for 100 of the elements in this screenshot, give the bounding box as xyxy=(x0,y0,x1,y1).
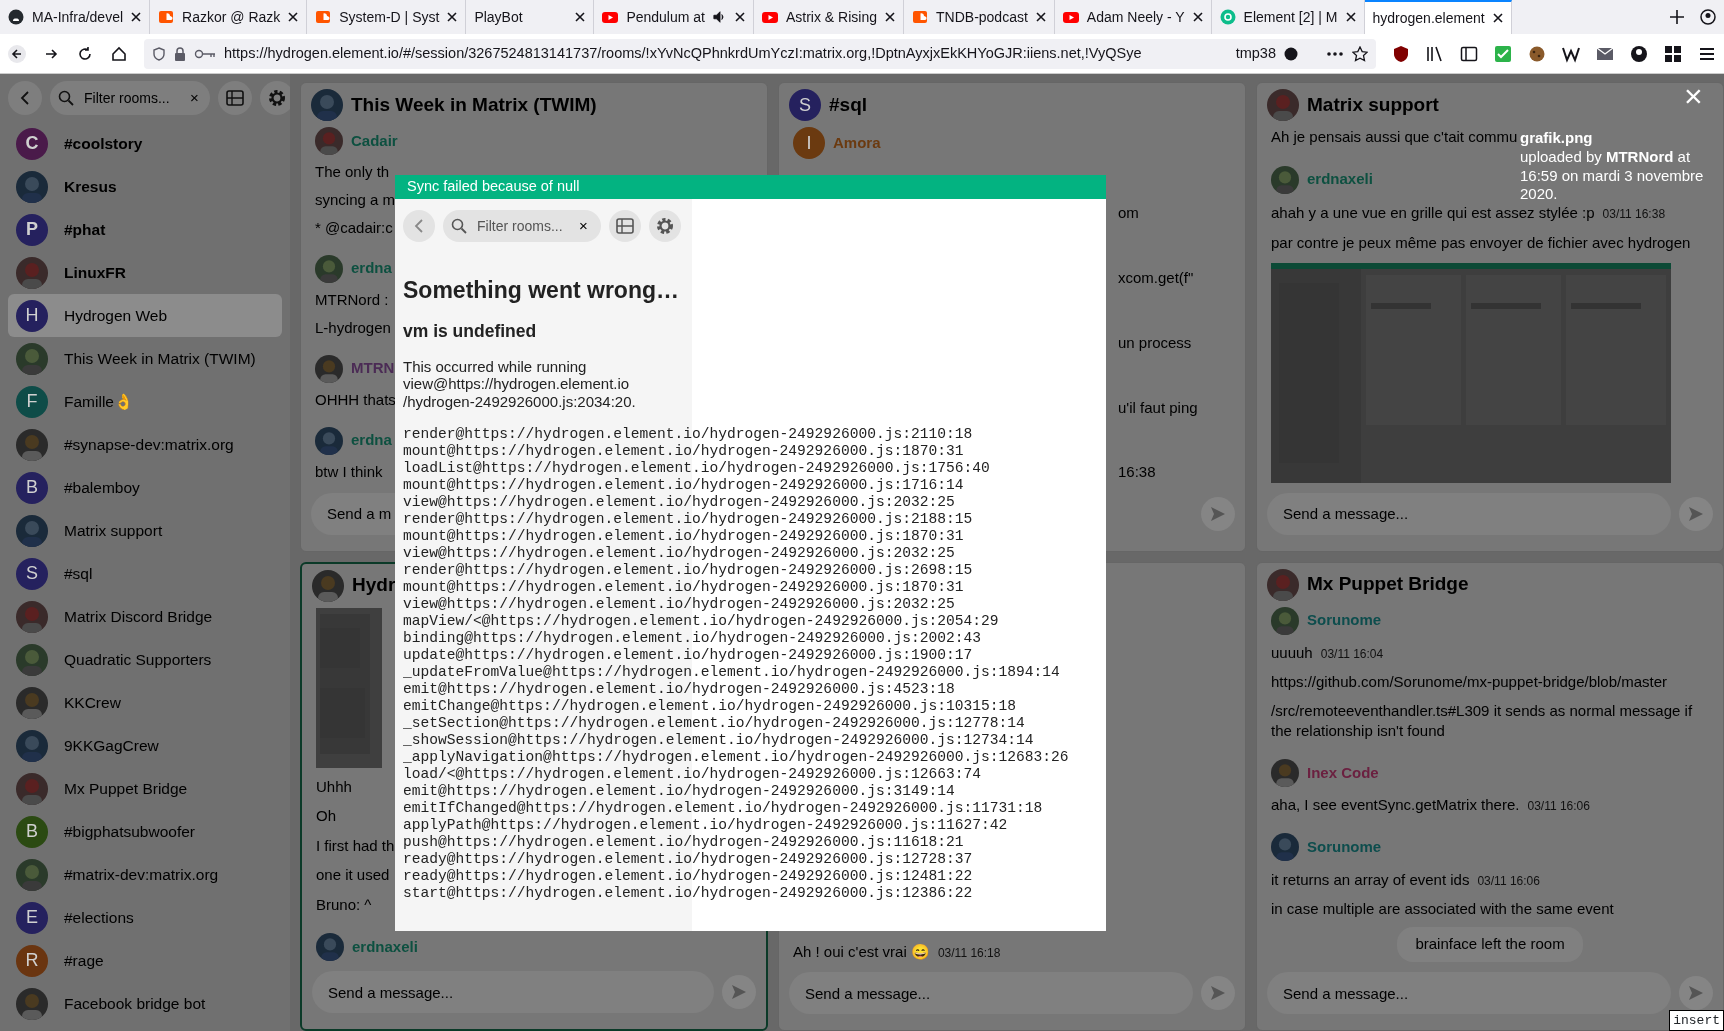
stack-line: mount@https://hydrogen.element.io/hydrogen-2492926000.js:1870:31 xyxy=(403,579,965,597)
room-avatar: F xyxy=(16,385,48,418)
stack-line: _setSection@https://hydrogen.element.io/hydrogen-2492926000.js:12778:14 xyxy=(403,715,1026,733)
sender-name: Amora xyxy=(833,132,881,153)
room-avatar: B xyxy=(16,815,48,848)
message-text: The only th xyxy=(315,163,390,181)
room-avatar: S xyxy=(789,89,821,121)
message-text: Ah je pensais aussi que c'tait commu xyxy=(1271,128,1518,145)
message-text: Ah ! oui c'est vrai 😄 xyxy=(793,942,930,960)
mode-indicator: insert xyxy=(1669,1009,1724,1031)
message-text: I first had th xyxy=(316,836,395,854)
room-title: Matrix support xyxy=(1307,92,1439,117)
stack-line: load/<@https://hydrogen.element.io/hydrogen-2492926000.js:12663:74 xyxy=(403,766,982,784)
stack-line: _applyNavigation@https://hydrogen.element.io/hydrogen-2492926000.js:12683:26 xyxy=(403,749,1070,767)
error-detail: This occurred while running view@https://hydrogen.element.io /hydrogen-2492926000.js:2034:20. xyxy=(403,357,637,411)
stack-line: start@https://hydrogen.element.io/hydrogen-2492926000.js:12386:22 xyxy=(403,885,974,903)
stack-line: emit@https://hydrogen.element.io/hydrogen-2492926000.js:4523:18 xyxy=(403,681,956,699)
message-text: un process xyxy=(1118,333,1192,351)
room-title: Hydr xyxy=(352,573,396,598)
stack-line: ready@https://hydrogen.element.io/hydrogen-2492926000.js:12481:22 xyxy=(403,868,974,886)
sender-name: Inex Code xyxy=(1307,762,1379,783)
image-caption: grafik.png uploaded by MTRNord at 16:59 on mardi 3 novembre 2020. xyxy=(1520,129,1705,204)
room-avatar: P xyxy=(16,213,48,246)
room-avatar: B xyxy=(16,471,48,504)
message-text: par contre je peux même pas envoyer de fichier avec hydrogen xyxy=(1271,233,1691,251)
stack-line: mount@https://hydrogen.element.io/hydrogen-2492926000.js:1870:31 xyxy=(403,443,965,461)
message-text: aha, I see eventSync.getMatrix there. xyxy=(1271,796,1520,814)
stack-line: ready@https://hydrogen.element.io/hydrogen-2492926000.js:12728:37 xyxy=(403,851,974,869)
message-text: 16:38 xyxy=(1118,463,1156,481)
stack-line: mapView/<@https://hydrogen.element.io/hydrogen-2492926000.js:2054:29 xyxy=(403,613,1000,631)
tab-title: Adam Neely - Y xyxy=(1086,7,1185,27)
message-text: Bruno: ^ xyxy=(316,895,372,913)
stack-line: render@https://hydrogen.element.io/hydrogen-2492926000.js:2188:15 xyxy=(403,511,974,529)
stack-line: view@https://hydrogen.element.io/hydrogen-2492926000.js:2032:25 xyxy=(403,494,956,512)
stack-line: emitChange@https://hydrogen.element.io/hydrogen-2492926000.js:10315:18 xyxy=(403,698,1018,716)
stack-line: push@https://hydrogen.element.io/hydrogen-2492926000.js:11618:21 xyxy=(403,834,965,852)
user-avatar: I xyxy=(793,127,825,159)
message-text: uuuuh xyxy=(1271,644,1313,662)
sender-name: erdnaxeli xyxy=(1307,169,1373,190)
stack-line: emit@https://hydrogen.element.io/hydrogen-2492926000.js:3149:14 xyxy=(403,783,956,801)
stack-line: mount@https://hydrogen.element.io/hydrogen-2492926000.js:1870:31 xyxy=(403,528,965,546)
room-avatar: S xyxy=(16,557,48,590)
stack-line: binding@https://hydrogen.element.io/hydrogen-2492926000.js:2002:43 xyxy=(403,630,982,648)
stack-line: loadList@https://hydrogen.element.io/hydrogen-2492926000.js:1756:40 xyxy=(403,460,991,478)
sender-name: Cadair xyxy=(351,130,398,151)
tab-title: Razkor @ Razk xyxy=(182,7,281,27)
stack-line: _showSession@https://hydrogen.element.io/hydrogen-2492926000.js:12734:14 xyxy=(403,732,1035,750)
stack-line: view@https://hydrogen.element.io/hydrogen-2492926000.js:2032:25 xyxy=(403,545,956,563)
message-text: Oh xyxy=(316,807,336,825)
room-title: This Week in Matrix (TWIM) xyxy=(351,92,597,117)
stack-line: applyPath@https://hydrogen.element.io/hydrogen-2492926000.js:11627:42 xyxy=(403,817,1009,835)
timestamp: 03/11 16:06 xyxy=(1527,799,1590,814)
stack-line: _updateFromValue@https://hydrogen.element.io/hydrogen-2492926000.js:1894:14 xyxy=(403,664,1061,682)
room-title: Mx Puppet Bridge xyxy=(1307,572,1469,597)
room-title: #sql xyxy=(829,92,868,117)
stack-line: render@https://hydrogen.element.io/hydrogen-2492926000.js:2110:18 xyxy=(403,426,974,444)
message-text: it returns an array of event ids xyxy=(1271,870,1470,888)
message-text: Uhhh xyxy=(316,777,352,795)
error-title: Something went wrong… xyxy=(403,277,680,305)
message-text: /src/remoteeventhandler.ts#L309 it sends as normal message if the relationship isn't found xyxy=(1271,701,1693,739)
room-avatar: R xyxy=(16,944,48,977)
message-text: MTRNord : xyxy=(315,291,389,309)
tab-title: System-D | Syst xyxy=(339,7,440,27)
sender-name: Sorunome xyxy=(1307,836,1382,857)
error-message: vm is undefined xyxy=(403,320,538,342)
message-text: u'il faut ping xyxy=(1118,398,1198,416)
message-text: * @cadair:c xyxy=(315,218,393,236)
stack-line: mount@https://hydrogen.element.io/hydrogen-2492926000.js:1716:14 xyxy=(403,477,965,495)
message-text: xcom.get(f" xyxy=(1118,269,1194,287)
message-text: btw I think xyxy=(315,463,383,481)
stack-line: update@https://hydrogen.element.io/hydrogen-2492926000.js:1900:17 xyxy=(403,647,974,665)
timestamp: 03/11 16:38 xyxy=(1602,207,1666,222)
timestamp: 03/11 16:18 xyxy=(937,945,1001,960)
sender-name: erdna xyxy=(351,258,392,279)
stack-line: render@https://hydrogen.element.io/hydrogen-2492926000.js:2698:15 xyxy=(403,562,974,580)
message-text: syncing a m xyxy=(315,191,396,209)
tab-title: hydrogen.element xyxy=(1372,8,1485,28)
timestamp: 03/11 16:06 xyxy=(1477,873,1540,888)
message-text: ahah y a une vue en grille qui est assez stylée :p xyxy=(1271,204,1595,222)
sender-name: MTRN xyxy=(351,358,395,379)
stack-line: view@https://hydrogen.element.io/hydrogen-2492926000.js:2032:25 xyxy=(403,596,956,614)
tab-title: Astrix & Rising xyxy=(786,7,877,27)
message-text: https://github.com/Sorunome/mx-puppet-bridge/blob/master xyxy=(1271,672,1668,690)
tab-title: MA-Infra/devel xyxy=(32,7,124,27)
tab-title: Pendulum at xyxy=(626,7,705,27)
sender-name: erdna xyxy=(351,430,392,451)
room-avatar: E xyxy=(16,901,48,934)
message-text: OHHH thats xyxy=(315,391,396,408)
stack-line: emitIfChanged@https://hydrogen.element.io/hydrogen-2492926000.js:11731:18 xyxy=(403,800,1044,818)
sender-name: erdnaxeli xyxy=(352,936,418,957)
timestamp: 03/11 16:04 xyxy=(1320,647,1384,662)
sync-error-banner: Sync failed because of null xyxy=(395,175,1106,199)
message-text: L-hydrogen xyxy=(315,318,391,336)
message-text: om xyxy=(1118,204,1139,222)
tab-title: PlayBot xyxy=(474,7,524,27)
room-notice: brainface left the room xyxy=(1397,927,1583,962)
tab-title: TNDB-podcast xyxy=(936,7,1028,27)
message-text: in case multiple are associated with the same event xyxy=(1271,899,1614,917)
message-text: one it used xyxy=(316,866,390,884)
tab-title: Element [2] | M xyxy=(1243,7,1338,27)
